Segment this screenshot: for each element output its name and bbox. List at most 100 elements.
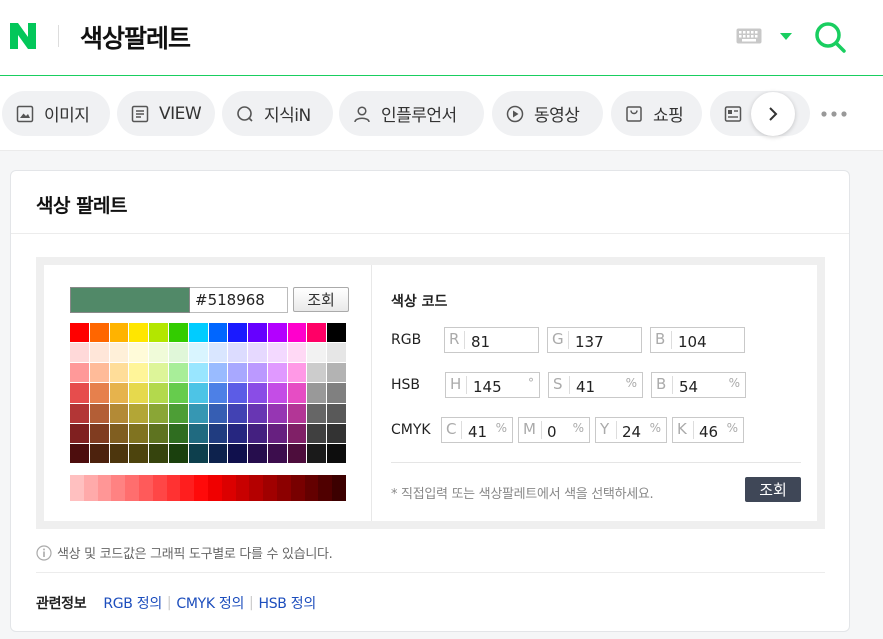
palette-color-cell[interactable] [188,383,208,403]
shade-cell[interactable] [221,475,236,501]
palette-color-cell[interactable] [70,443,89,463]
dropdown-arrow-icon[interactable] [779,32,793,41]
palette-color-cell[interactable] [188,403,208,423]
palette-color-cell[interactable] [327,323,346,343]
tab-shopping[interactable]: 쇼핑 [611,91,702,136]
palette-color-cell[interactable] [307,383,327,403]
palette-color-cell[interactable] [168,443,188,463]
palette-color-cell[interactable] [168,403,188,423]
palette-color-cell[interactable] [129,383,149,403]
palette-color-cell[interactable] [208,423,228,443]
palette-color-cell[interactable] [149,443,168,463]
palette-color-cell[interactable] [287,343,307,363]
palette-color-cell[interactable] [149,363,168,383]
palette-color-cell[interactable] [208,403,228,423]
hsb-s-field[interactable]: S 41 % [548,372,643,398]
palette-color-cell[interactable] [188,343,208,363]
rgb-definition-link[interactable]: RGB 정의 [103,593,162,613]
palette-color-cell[interactable] [267,343,287,363]
palette-color-cell[interactable] [129,423,149,443]
more-icon[interactable] [820,110,848,118]
shade-cell[interactable] [194,475,208,501]
palette-color-cell[interactable] [70,383,89,403]
palette-color-cell[interactable] [267,443,287,463]
palette-color-cell[interactable] [89,423,109,443]
palette-color-cell[interactable] [129,403,149,423]
hsb-h-field[interactable]: H 145 ° [445,372,540,398]
shade-cell[interactable] [290,475,305,501]
shade-cell[interactable] [83,475,98,501]
shade-cell[interactable] [318,475,333,501]
palette-color-cell[interactable] [109,423,129,443]
tab-influencer[interactable]: 인플루언서 [339,91,484,136]
shade-cell[interactable] [249,475,264,501]
shade-cell[interactable] [152,475,167,501]
tabs-next-button[interactable] [751,92,795,136]
palette-color-cell[interactable] [327,423,346,443]
lookup-button[interactable]: 조회 [745,477,801,502]
shade-cell[interactable] [180,475,195,501]
hsb-b-field[interactable]: B 54 % [651,372,746,398]
palette-color-cell[interactable] [267,403,287,423]
palette-color-cell[interactable] [327,383,346,403]
palette-color-cell[interactable] [168,383,188,403]
palette-color-cell[interactable] [248,343,267,363]
palette-color-cell[interactable] [228,403,248,423]
cmyk-m-field[interactable]: M 0 % [518,417,590,443]
palette-color-cell[interactable] [267,363,287,383]
palette-color-cell[interactable] [228,443,248,463]
palette-color-cell[interactable] [168,343,188,363]
palette-color-cell[interactable] [307,423,327,443]
palette-color-cell[interactable] [327,343,346,363]
hsb-definition-link[interactable]: HSB 정의 [258,593,316,613]
palette-color-cell[interactable] [188,423,208,443]
palette-color-cell[interactable] [208,383,228,403]
palette-color-cell[interactable] [248,403,267,423]
palette-color-cell[interactable] [168,363,188,383]
palette-color-cell[interactable] [267,323,287,343]
palette-color-cell[interactable] [307,403,327,423]
shade-cell[interactable] [263,475,277,501]
hex-input[interactable] [190,287,288,313]
shade-cell[interactable] [125,475,139,501]
palette-color-cell[interactable] [248,363,267,383]
palette-color-cell[interactable] [287,403,307,423]
rgb-b-field[interactable]: B 104 [650,327,745,353]
palette-color-cell[interactable] [208,363,228,383]
cmyk-c-field[interactable]: C 41 % [441,417,513,443]
shade-cell[interactable] [111,475,126,501]
palette-color-cell[interactable] [70,363,89,383]
tab-image[interactable]: 이미지 [2,91,110,136]
palette-color-cell[interactable] [109,383,129,403]
palette-color-cell[interactable] [228,323,248,343]
search-icon[interactable] [813,20,847,54]
palette-color-cell[interactable] [149,343,168,363]
palette-color-cell[interactable] [168,323,188,343]
palette-color-cell[interactable] [109,343,129,363]
cmyk-k-field[interactable]: K 46 % [672,417,744,443]
palette-color-cell[interactable] [287,443,307,463]
palette-color-cell[interactable] [129,343,149,363]
keyboard-icon[interactable] [736,28,762,44]
palette-color-cell[interactable] [267,423,287,443]
palette-color-cell[interactable] [307,343,327,363]
palette-color-cell[interactable] [70,323,89,343]
palette-color-cell[interactable] [149,403,168,423]
palette-color-cell[interactable] [89,443,109,463]
shade-cell[interactable] [276,475,291,501]
rgb-g-field[interactable]: G 137 [547,327,642,353]
tab-view[interactable]: VIEW [117,91,215,136]
palette-color-cell[interactable] [287,383,307,403]
cmyk-definition-link[interactable]: CMYK 정의 [176,593,244,613]
palette-color-cell[interactable] [307,363,327,383]
shade-cell[interactable] [207,475,222,501]
cmyk-y-field[interactable]: Y 24 % [595,417,667,443]
shade-cell[interactable] [70,475,84,501]
palette-color-cell[interactable] [307,443,327,463]
palette-color-cell[interactable] [287,423,307,443]
palette-color-cell[interactable] [208,343,228,363]
palette-color-cell[interactable] [168,423,188,443]
palette-color-cell[interactable] [188,443,208,463]
palette-color-cell[interactable] [129,363,149,383]
palette-color-cell[interactable] [70,423,89,443]
